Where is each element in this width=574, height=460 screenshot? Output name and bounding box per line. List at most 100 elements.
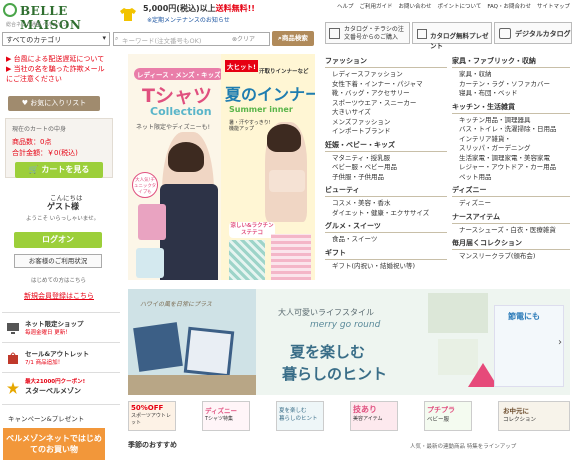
category-link[interactable]: インテリア雑貨・ <box>452 135 570 145</box>
catalog-free-label: カタログ無料プレゼント <box>430 32 489 50</box>
sidebar-item-title: 最大21000円クーポン! <box>25 379 86 385</box>
tile-title: 夏を楽しむ <box>279 408 307 414</box>
category-select[interactable]: すべてのカテゴリ ▾ <box>2 32 110 46</box>
category-heading[interactable]: キッチン・生活雑貨 <box>452 102 570 112</box>
tile-disney-tshirt[interactable]: ディズニー Tシャツ特集 <box>202 401 250 431</box>
search-button[interactable]: ⌕商品検索 <box>272 31 314 46</box>
category-link[interactable]: 靴・バッグ・アクセサリー <box>325 89 447 99</box>
category-link[interactable]: ペット用品 <box>452 173 570 183</box>
sidebar-item-net-limited[interactable]: ネット限定ショップ 毎週金曜日 更新！ <box>5 315 119 341</box>
sidebar-item-sale[interactable]: セール&アウトレット 7/1 商品追加！ <box>5 345 119 371</box>
category-link[interactable]: スポーツウエア・スニーカー <box>325 99 447 109</box>
category-link[interactable]: 女性下着・インナー・パジャマ <box>325 80 447 90</box>
tile-baby-clothes[interactable]: プチプラ ベビー服 <box>424 401 472 431</box>
favorites-label: お気に入りリスト <box>30 99 87 107</box>
category-link[interactable]: ダイエット・健康・エクササイズ <box>325 209 447 219</box>
catalog-order-label: カタログ・チラシの注文番号からのご購入 <box>344 26 404 41</box>
welcome-text: ようこそ いらっしゃいませ。 <box>26 216 100 222</box>
category-heading[interactable]: ファッション <box>325 56 447 66</box>
category-link[interactable]: 寝具・布団・ベッド <box>452 89 570 99</box>
category-link[interactable]: 子供服・子供用品 <box>325 173 447 183</box>
category-link[interactable]: 家具・収納 <box>452 70 570 80</box>
view-cart-button[interactable]: 🛒 カートを見る <box>15 162 103 178</box>
main-feature-banner[interactable]: レディース・メンズ・キッズ Tシャツ Collection ネット限定やディズニ… <box>128 54 315 280</box>
heart-icon: ♥ <box>21 99 31 107</box>
tile-sports-outlet[interactable]: 50%OFF スポーツアウトレット <box>128 401 176 431</box>
category-link[interactable]: スリッパ・ガーデニング <box>452 144 570 154</box>
tile-beauty[interactable]: 技あり 美容アイテム <box>350 401 398 431</box>
category-link[interactable]: キッチン用品・調理器具 <box>452 116 570 126</box>
category-heading[interactable]: ディズニー <box>452 185 570 195</box>
register-link[interactable]: 新規会員登録はこちら <box>24 291 94 301</box>
promo-amount: 5,000円(税込)以上 <box>143 4 216 13</box>
first-purchase-banner[interactable]: ベルメゾンネットではじめてのお買い物 <box>3 428 105 460</box>
category-heading[interactable]: グルメ・スイーツ <box>325 221 447 231</box>
inner-subtitle: Summer inner <box>229 105 293 114</box>
catalog-order-button[interactable]: カタログ・チラシの注文番号からのご購入 <box>325 22 410 44</box>
tile-ochugen[interactable]: お中元に コレクション <box>498 401 570 431</box>
top-link-guide[interactable]: ご利用ガイド <box>359 2 392 10</box>
category-heading[interactable]: 毎月届くコレクション <box>452 238 570 248</box>
tshirt-icon <box>120 8 136 21</box>
divider <box>2 312 120 313</box>
category-link[interactable]: ディズニー <box>452 199 570 209</box>
category-link[interactable]: 生活家電・調理家電・美容家電 <box>452 154 570 164</box>
category-link[interactable]: マタニティ・授乳服 <box>325 154 447 164</box>
cushion-white <box>183 326 235 378</box>
category-link[interactable]: マンスリークラブ(頒布会) <box>452 252 570 262</box>
summer-inner-panel[interactable]: 大ヒット! 汗取りインナーなど 夏のインナー Summer inner 暑・汗や… <box>221 54 315 280</box>
search-placeholder: キーワード(注文番号もOK) <box>122 37 202 45</box>
tile-sub: ベビー服 <box>427 417 450 423</box>
top-link-sitemap[interactable]: サイトマップ <box>537 2 570 10</box>
tablet-icon <box>499 28 511 39</box>
category-heading[interactable]: 家具・ファブリック・収納 <box>452 56 570 66</box>
category-link[interactable]: バス・トイレ・洗濯掃除・日用品 <box>452 125 570 135</box>
tile-summer-hints[interactable]: 夏を楽しむ 暮らしのヒント <box>276 401 324 431</box>
category-heading[interactable]: 妊娠・ベビー・キッズ <box>325 140 447 150</box>
category-link[interactable]: インポートブランド <box>325 127 447 137</box>
sidebar-item-star-bellemaison[interactable]: 最大21000円クーポン! スターベルメゾン <box>5 375 119 401</box>
category-heading[interactable]: ビューティ <box>325 185 447 195</box>
maintenance-link[interactable]: ※定期メンテナンスのお知らせ <box>147 15 230 24</box>
next-arrow-icon[interactable]: › <box>558 337 562 348</box>
logo[interactable]: BELLE MAISON 総合ネット通販 ベルメゾン <box>3 3 113 32</box>
search-icon: ⌕ <box>115 35 119 42</box>
category-link[interactable]: ギフト(内祝い・結婚祝い等) <box>325 262 447 272</box>
shirt-sample-pink <box>138 204 166 240</box>
category-link[interactable]: メンズファッション <box>325 118 447 128</box>
category-link[interactable]: カーテン・ラグ・ソファカバー <box>452 80 570 90</box>
inner-tag2: 汗取りインナーなど <box>259 69 309 75</box>
top-link-points[interactable]: ポイントについて <box>437 2 481 10</box>
category-link[interactable]: 食品・スイーツ <box>325 235 447 245</box>
campaign-heading[interactable]: キャンペーン&プレゼント <box>8 413 84 423</box>
guest-name: ゲスト様 <box>47 202 79 211</box>
usage-status-button[interactable]: お客様のご利用状況 <box>14 254 102 268</box>
plant-photo <box>438 339 478 375</box>
favorites-button[interactable]: ♥ お気に入りリスト <box>8 96 100 111</box>
digital-catalog-button[interactable]: デジタルカタログ <box>494 22 572 44</box>
top-link-contact[interactable]: お問い合わせ <box>398 2 431 10</box>
category-link[interactable]: ベビー服・ベビー用品 <box>325 163 447 173</box>
inner-bubble: 涼しい&ラクチンステテコ <box>229 222 275 238</box>
tshirt-panel[interactable]: レディース・メンズ・キッズ Tシャツ Collection ネット限定やディズニ… <box>128 54 224 280</box>
login-button[interactable]: ログオン <box>14 232 102 248</box>
category-link[interactable]: コスメ・美容・香水 <box>325 199 447 209</box>
summer-lifestyle-banner[interactable]: ハワイの風を日常にプラス 大人可愛いライフスタイル merry go round… <box>128 289 570 395</box>
cart-heading: 現在のカートの中身 <box>12 126 67 133</box>
clear-button[interactable]: ⊗クリア <box>232 34 255 43</box>
category-link[interactable]: レジャー・アウトドア・カー用品 <box>452 163 570 173</box>
book-icon <box>417 29 427 39</box>
category-heading[interactable]: ナースアイテム <box>452 212 570 222</box>
catalog-free-button[interactable]: カタログ無料プレゼント <box>412 22 492 50</box>
category-heading[interactable]: ギフト <box>325 248 447 258</box>
notice-link-delivery[interactable]: ▶ 台風による配送遅延について <box>6 54 104 64</box>
tshirt-title: Tシャツ <box>142 85 212 107</box>
category-link[interactable]: レディースファッション <box>325 70 447 80</box>
category-link[interactable]: 大きいサイズ <box>325 108 447 118</box>
top-link-faq[interactable]: FAQ・お問合わせ <box>487 2 531 10</box>
notice-link-fraud[interactable]: ▶ 当社の名を騙った詐欺メールにご注意ください <box>6 64 108 84</box>
inner-garment <box>269 170 305 192</box>
category-link[interactable]: ナースシューズ・白衣・医療雑貨 <box>452 226 570 236</box>
divider <box>2 372 120 373</box>
top-link-help[interactable]: ヘルプ <box>337 2 354 10</box>
